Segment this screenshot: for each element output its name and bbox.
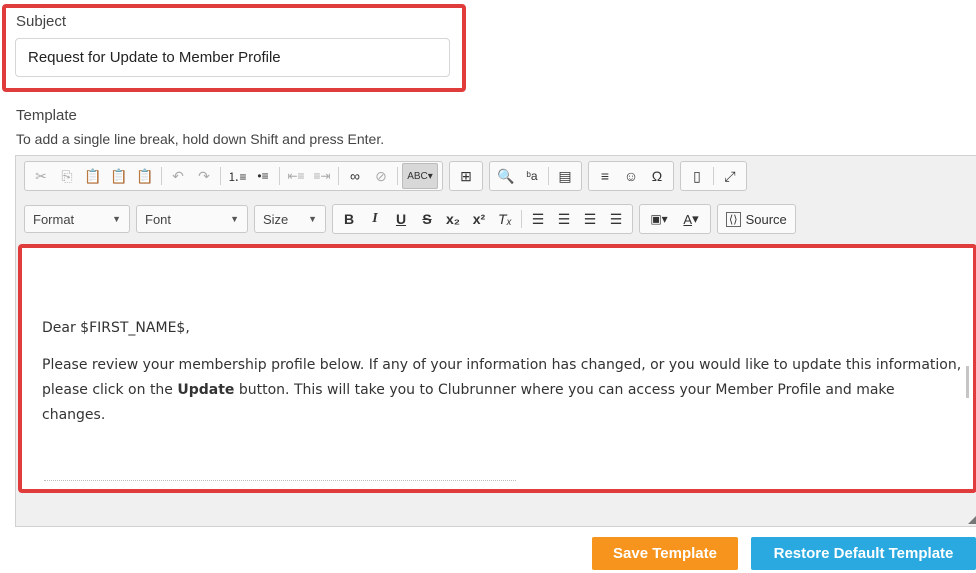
separator: [548, 167, 549, 185]
maximize-icon[interactable]: ⤢: [718, 164, 742, 188]
align-right-icon[interactable]: ☰: [578, 207, 602, 231]
preview-icon[interactable]: ▯: [685, 164, 709, 188]
source-icon: ⟨⟩: [726, 211, 741, 227]
align-center-icon[interactable]: ☰: [552, 207, 576, 231]
numbered-list-icon[interactable]: ⒈≡: [225, 164, 249, 188]
separator: [161, 167, 162, 185]
clipboard-group: ✂ ⎘ 📋 📋 📋 ↶ ↷ ⒈≡ •≡ ⇤≡ ≡⇥ ∞ ⊘ ABC▾: [24, 161, 443, 191]
separator: [279, 167, 280, 185]
table-group: ⊞: [449, 161, 483, 191]
justify-icon[interactable]: ☰: [604, 207, 628, 231]
source-label: Source: [745, 211, 787, 227]
restore-default-template-button[interactable]: Restore Default Template: [751, 537, 976, 570]
view-group: ▯ ⤢: [680, 161, 747, 191]
paste-icon[interactable]: 📋: [81, 164, 105, 188]
separator: [521, 210, 522, 228]
color-group: ▣▾ A ▾: [639, 204, 711, 234]
spellcheck-icon[interactable]: ABC▾: [402, 163, 438, 189]
decrease-indent-icon[interactable]: ⇤≡: [284, 164, 308, 188]
editor-content-area[interactable]: Dear $FIRST_NAME$, Please review your me…: [18, 244, 976, 493]
subscript-icon[interactable]: x₂: [441, 207, 465, 231]
chevron-down-icon: ▼: [112, 214, 121, 224]
underline-icon[interactable]: U: [389, 207, 413, 231]
italic-icon[interactable]: I: [363, 207, 387, 231]
greeting-text: Dear $FIRST_NAME$,: [42, 320, 190, 336]
insert-group: ≡ ☺ Ω: [588, 161, 674, 191]
resize-handle-icon[interactable]: [968, 515, 976, 524]
find-group: 🔍 ᵇa ▤: [489, 161, 582, 191]
content-scrollbar[interactable]: [966, 366, 969, 398]
font-dropdown[interactable]: Font ▼: [136, 205, 248, 233]
undo-icon[interactable]: ↶: [166, 164, 190, 188]
text-color-icon[interactable]: A ▾: [676, 207, 706, 231]
replace-icon[interactable]: ᵇa: [520, 164, 544, 188]
unlink-icon[interactable]: ⊘: [369, 164, 393, 188]
redo-icon[interactable]: ↷: [192, 164, 216, 188]
body-paragraph: Please review your membership profile be…: [42, 353, 962, 428]
rich-text-editor: ✂ ⎘ 📋 📋 📋 ↶ ↷ ⒈≡ •≡ ⇤≡ ≡⇥ ∞ ⊘ ABC▾ ⊞ 🔍 ᵇ…: [15, 155, 976, 527]
source-button[interactable]: ⟨⟩ Source: [717, 204, 796, 234]
subject-input[interactable]: Request for Update to Member Profile: [15, 38, 450, 77]
bulleted-list-icon[interactable]: •≡: [251, 164, 275, 188]
chevron-down-icon: ▼: [230, 214, 239, 224]
superscript-icon[interactable]: x²: [467, 207, 491, 231]
strikethrough-icon[interactable]: S: [415, 207, 439, 231]
remove-format-icon[interactable]: Tₓ: [493, 207, 517, 231]
horizontal-line-icon[interactable]: ≡: [593, 164, 617, 188]
background-color-icon[interactable]: ▣▾: [644, 207, 674, 231]
table-placeholder: [44, 480, 516, 481]
select-all-icon[interactable]: ▤: [553, 164, 577, 188]
bold-icon[interactable]: B: [337, 207, 361, 231]
smiley-icon[interactable]: ☺: [619, 164, 643, 188]
size-label: Size: [263, 211, 289, 227]
link-icon[interactable]: ∞: [343, 164, 367, 188]
save-template-button[interactable]: Save Template: [592, 537, 738, 570]
separator: [220, 167, 221, 185]
align-left-icon[interactable]: ☰: [526, 207, 550, 231]
toolbar-row-2: Format ▼ Font ▼ Size ▼ B I U S x₂ x² Tₓ …: [24, 204, 802, 234]
template-hint: To add a single line break, hold down Sh…: [16, 131, 385, 147]
cut-icon[interactable]: ✂: [29, 164, 53, 188]
subject-label: Subject: [16, 13, 67, 30]
special-char-icon[interactable]: Ω: [645, 164, 669, 188]
subject-value: Request for Update to Member Profile: [28, 49, 281, 66]
paste-word-icon[interactable]: 📋: [133, 164, 157, 188]
separator: [338, 167, 339, 185]
chevron-down-icon: ▼: [308, 214, 317, 224]
table-icon[interactable]: ⊞: [454, 164, 478, 188]
update-bold-text: Update: [177, 382, 235, 398]
format-dropdown[interactable]: Format ▼: [24, 205, 130, 233]
copy-icon[interactable]: ⎘: [55, 164, 79, 188]
separator: [397, 167, 398, 185]
font-label: Font: [145, 211, 172, 227]
increase-indent-icon[interactable]: ≡⇥: [310, 164, 334, 188]
format-label: Format: [33, 211, 75, 227]
separator: [713, 167, 714, 185]
size-dropdown[interactable]: Size ▼: [254, 205, 326, 233]
toolbar-row-1: ✂ ⎘ 📋 📋 📋 ↶ ↷ ⒈≡ •≡ ⇤≡ ≡⇥ ∞ ⊘ ABC▾ ⊞ 🔍 ᵇ…: [24, 161, 753, 191]
find-icon[interactable]: 🔍: [494, 164, 518, 188]
paste-text-icon[interactable]: 📋: [107, 164, 131, 188]
text-style-group: B I U S x₂ x² Tₓ ☰ ☰ ☰ ☰: [332, 204, 633, 234]
template-label: Template: [16, 107, 77, 124]
